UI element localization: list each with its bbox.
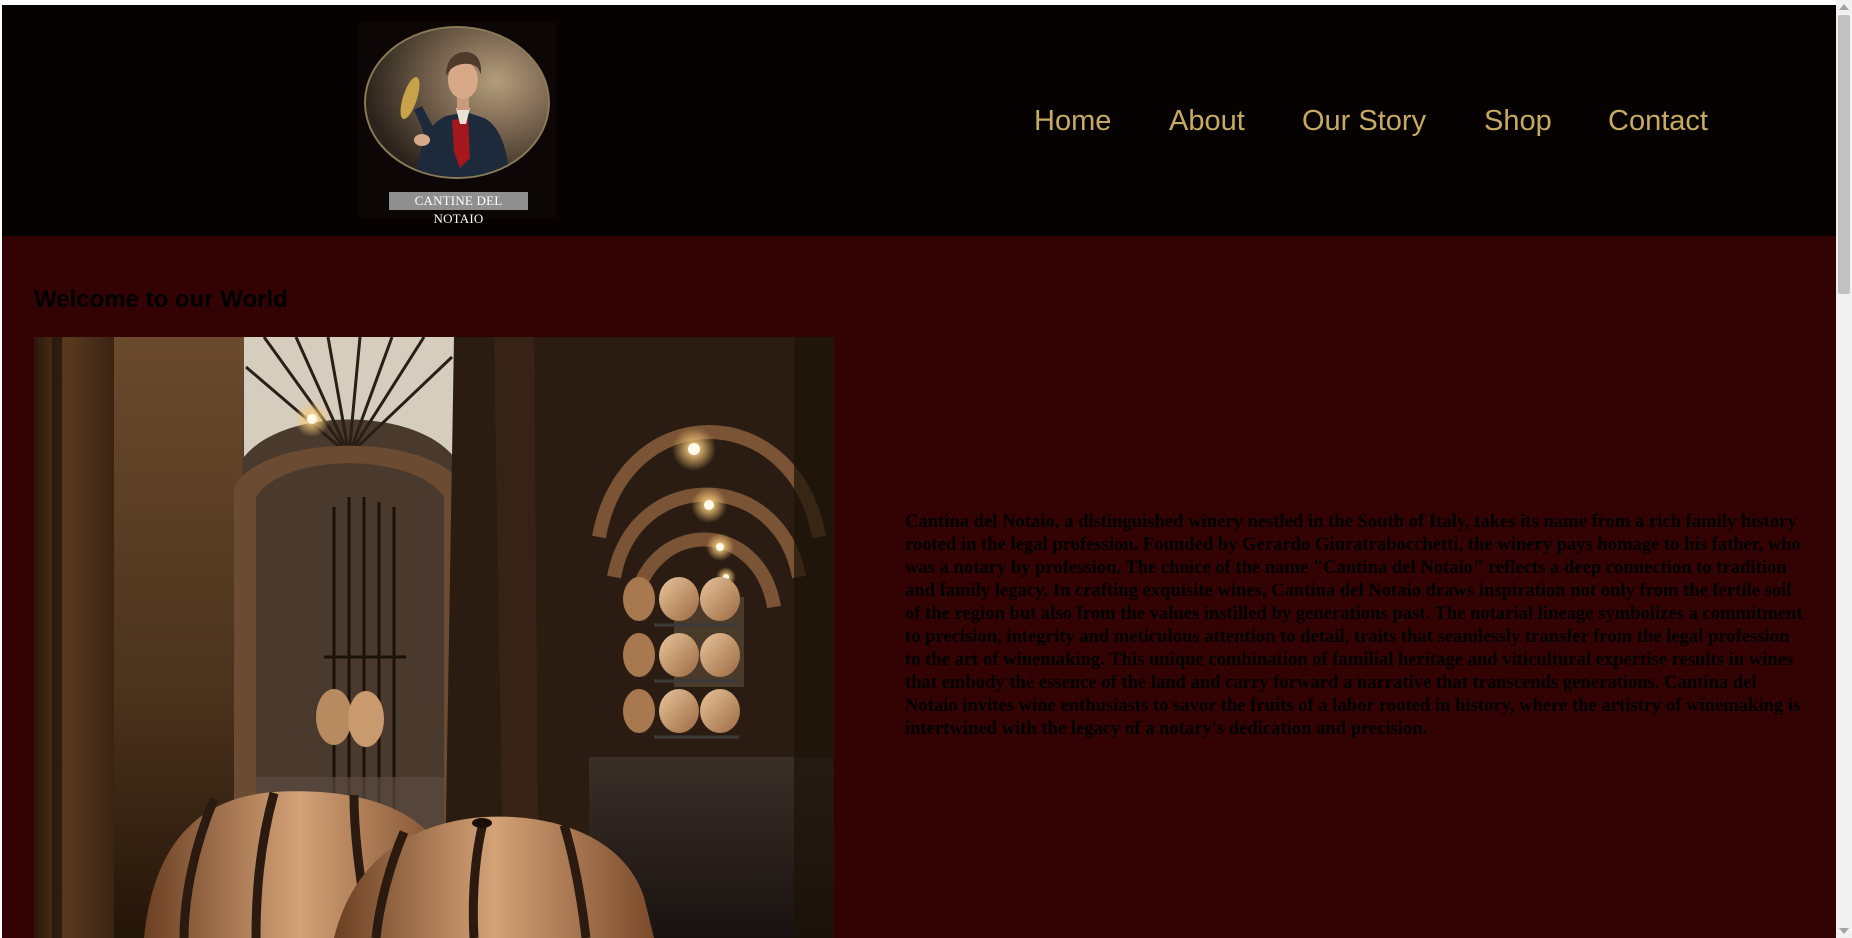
scroll-down-icon[interactable] xyxy=(1839,928,1849,934)
main-content: Welcome to our World Cantina del Notaio,… xyxy=(2,236,1836,938)
nav-shop[interactable]: Shop xyxy=(1484,102,1552,140)
welcome-heading: Welcome to our World xyxy=(34,286,288,313)
browser-viewport: CANTINE DEL NOTAIO Home About Our Story … xyxy=(0,0,1852,938)
nav-our-story[interactable]: Our Story xyxy=(1302,102,1426,140)
site-logo[interactable]: CANTINE DEL NOTAIO xyxy=(359,22,556,226)
story-paragraph: Cantina del Notaio, a distinguished wine… xyxy=(905,511,1803,739)
scrollbar-thumb[interactable] xyxy=(1838,15,1850,294)
site-header: CANTINE DEL NOTAIO Home About Our Story … xyxy=(2,5,1836,236)
nav-contact[interactable]: Contact xyxy=(1608,102,1708,140)
logo-caption: CANTINE DEL NOTAIO xyxy=(389,192,528,226)
scroll-up-icon[interactable] xyxy=(1839,4,1849,10)
page-scrollbar[interactable] xyxy=(1836,0,1852,938)
nav-home[interactable]: Home xyxy=(1034,102,1111,140)
portrait-logo-icon xyxy=(364,26,550,179)
nav-about[interactable]: About xyxy=(1169,102,1245,140)
wine-cellar-photo xyxy=(34,337,834,938)
